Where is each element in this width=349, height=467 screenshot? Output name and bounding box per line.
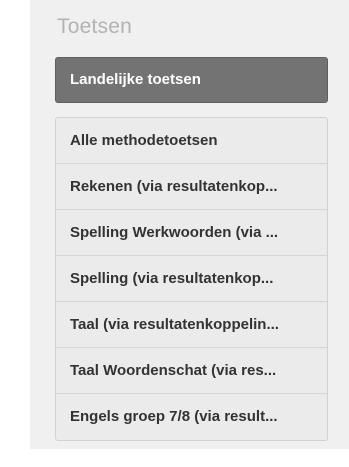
list-item-spelling-werkwoorden[interactable]: Spelling Werkwoorden (via ... (56, 210, 327, 256)
list-item-taal[interactable]: Taal (via resultatenkoppelin... (56, 302, 327, 348)
landelijke-toetsen-button[interactable]: Landelijke toetsen (55, 57, 328, 103)
section-title: Toetsen (57, 15, 132, 38)
list-item-taal-woordenschat[interactable]: Taal Woordenschat (via res... (56, 348, 327, 394)
list-item-engels-groep-7-8[interactable]: Engels groep 7/8 (via result... (56, 394, 327, 440)
methode-toetsen-list: Alle methodetoetsen Rekenen (via resulta… (55, 117, 328, 441)
list-item-alle-methodetoetsen[interactable]: Alle methodetoetsen (56, 118, 327, 164)
list-item-rekenen[interactable]: Rekenen (via resultatenkop... (56, 164, 327, 210)
toetsen-panel: Toetsen Landelijke toetsen Alle methodet… (30, 0, 349, 449)
list-item-spelling[interactable]: Spelling (via resultatenkop... (56, 256, 327, 302)
